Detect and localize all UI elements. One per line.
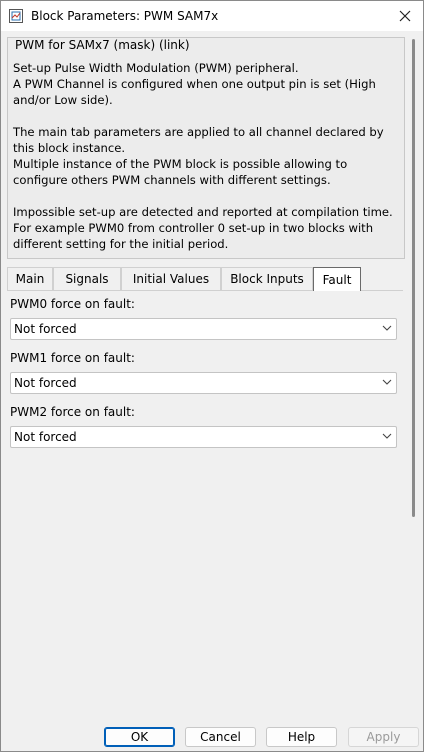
fault-tab-panel: PWM0 force on fault: Not forced PWM1 for…	[7, 290, 403, 721]
pwm1-fault-value: Not forced	[14, 376, 77, 390]
tab-main[interactable]: Main	[7, 267, 53, 290]
close-button[interactable]	[391, 2, 419, 30]
scrollbar-thumb[interactable]	[412, 39, 415, 517]
title-bar[interactable]: Block Parameters: PWM SAM7x	[1, 1, 423, 31]
pwm2-fault-value: Not forced	[14, 430, 77, 444]
pwm2-fault-select[interactable]: Not forced	[10, 426, 397, 448]
tab-signals[interactable]: Signals	[53, 267, 121, 290]
mask-description-text: Set-up Pulse Width Modulation (PWM) peri…	[13, 61, 393, 251]
pwm1-fault-label: PWM1 force on fault:	[10, 351, 135, 365]
chevron-down-icon	[382, 325, 392, 331]
tab-initial-values[interactable]: Initial Values	[121, 267, 221, 290]
pwm0-fault-value: Not forced	[14, 322, 77, 336]
pwm1-fault-select[interactable]: Not forced	[10, 372, 397, 394]
window-title: Block Parameters: PWM SAM7x	[31, 9, 219, 23]
apply-button[interactable]: Apply	[348, 727, 419, 747]
help-button[interactable]: Help	[266, 727, 337, 747]
pwm0-fault-select[interactable]: Not forced	[10, 318, 397, 340]
block-parameters-dialog: Block Parameters: PWM SAM7x PWM for SAMx…	[0, 0, 424, 752]
cancel-button[interactable]: Cancel	[185, 727, 256, 747]
vertical-scrollbar[interactable]	[411, 37, 417, 717]
close-icon	[399, 10, 411, 22]
tab-strip: Main Signals Initial Values Block Inputs…	[7, 267, 403, 291]
dialog-footer: OK Cancel Help Apply	[1, 719, 423, 751]
tab-fault[interactable]: Fault	[313, 267, 361, 291]
ok-button[interactable]: OK	[104, 727, 175, 747]
chevron-down-icon	[382, 433, 392, 439]
pwm0-fault-label: PWM0 force on fault:	[10, 297, 135, 311]
mask-description-header: PWM for SAMx7 (mask) (link)	[14, 38, 191, 52]
simulink-block-icon	[9, 9, 23, 23]
tab-block-inputs[interactable]: Block Inputs	[221, 267, 313, 290]
pwm2-fault-label: PWM2 force on fault:	[10, 405, 135, 419]
mask-description-group: PWM for SAMx7 (mask) (link) Set-up Pulse…	[7, 37, 405, 259]
chevron-down-icon	[382, 379, 392, 385]
